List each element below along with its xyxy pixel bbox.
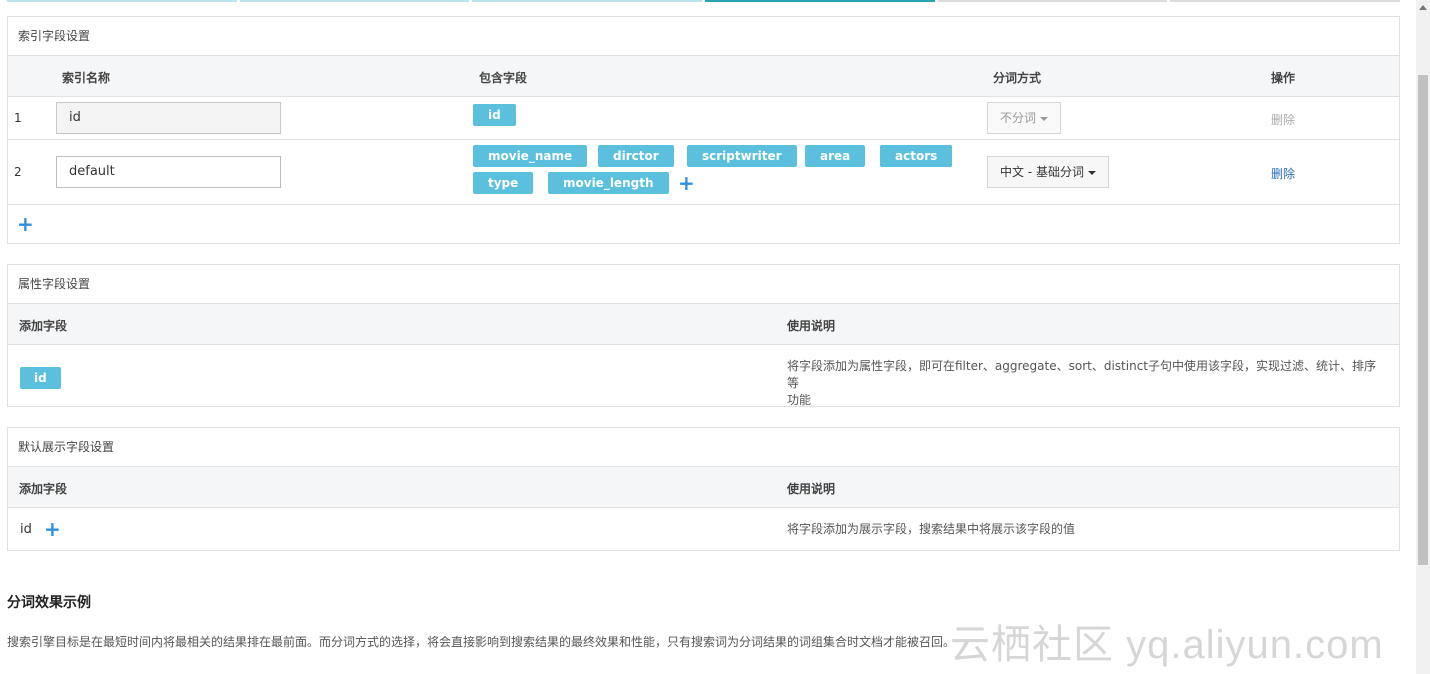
top-tab-strip bbox=[7, 0, 1401, 3]
tab-5[interactable] bbox=[937, 0, 1168, 2]
field-tag[interactable]: dirctor bbox=[598, 145, 674, 167]
field-tag[interactable]: movie_name bbox=[473, 145, 588, 167]
scroll-up-arrow-icon[interactable] bbox=[1419, 5, 1427, 10]
table-row: 1 id id 不分词 删除 bbox=[8, 97, 1399, 140]
usage-description: 将字段添加为展示字段，搜索结果中将展示该字段的值 bbox=[787, 522, 1076, 536]
caret-down-icon bbox=[1040, 116, 1049, 121]
add-index-plus-icon[interactable]: + bbox=[17, 214, 34, 234]
usage-description: 将字段添加为属性字段，即可在filter、aggregate、sort、dist… bbox=[787, 358, 1387, 409]
tab-2[interactable] bbox=[239, 0, 470, 2]
row-number: 1 bbox=[14, 111, 22, 125]
col-header-action: 操作 bbox=[1271, 71, 1296, 85]
col-header-usage: 使用说明 bbox=[787, 482, 836, 496]
table-row: 2 default movie_name dirctor scriptwrite… bbox=[8, 140, 1399, 205]
index-name-input[interactable]: default bbox=[56, 156, 281, 188]
section-body: 搜索引擎目标是在最短时间内将最相关的结果排在最前面。而分词方式的选择，将会直接影… bbox=[7, 635, 956, 649]
usage-line-2: 功能 bbox=[787, 393, 812, 407]
col-header-add-field: 添加字段 bbox=[19, 482, 68, 496]
index-name-input[interactable]: id bbox=[56, 102, 281, 134]
col-header-fields: 包含字段 bbox=[479, 71, 528, 85]
field-tag[interactable]: id bbox=[20, 367, 61, 389]
usage-line-1: 将字段添加为属性字段，即可在filter、aggregate、sort、dist… bbox=[787, 359, 1376, 390]
field-tag[interactable]: scriptwriter bbox=[687, 145, 797, 167]
caret-down-icon bbox=[1087, 170, 1096, 175]
panel-title: 索引字段设置 bbox=[8, 17, 1399, 56]
field-tag[interactable]: actors bbox=[880, 145, 953, 167]
tab-6[interactable] bbox=[1170, 0, 1401, 2]
delete-link[interactable]: 删除 bbox=[1271, 165, 1295, 182]
add-display-field-plus-icon[interactable]: + bbox=[44, 519, 61, 539]
table-row: id + 将字段添加为展示字段，搜索结果中将展示该字段的值 bbox=[8, 508, 1399, 550]
panel-title: 默认展示字段设置 bbox=[8, 428, 1399, 467]
vertical-scrollbar[interactable] bbox=[1416, 0, 1430, 674]
display-field-value: id bbox=[20, 522, 32, 537]
panel-title: 属性字段设置 bbox=[8, 265, 1399, 304]
row-number: 2 bbox=[14, 165, 22, 179]
watermark: 云栖社区 yq.aliyun.com bbox=[950, 623, 1384, 667]
scroll-thumb[interactable] bbox=[1418, 75, 1428, 565]
add-field-plus-icon[interactable]: + bbox=[678, 173, 695, 193]
section-title: 分词效果示例 bbox=[7, 595, 91, 611]
field-tag[interactable]: id bbox=[473, 104, 516, 126]
delete-link[interactable]: 删除 bbox=[1271, 111, 1295, 128]
attribute-fields-panel: 属性字段设置 添加字段 使用说明 id 将字段添加为属性字段，即可在filter… bbox=[7, 264, 1400, 407]
table-header: 添加字段 使用说明 bbox=[8, 304, 1399, 345]
tab-1[interactable] bbox=[7, 0, 237, 2]
tokenizer-value: 中文 - 基础分词 bbox=[1000, 165, 1084, 179]
table-header: 索引名称 包含字段 分词方式 操作 bbox=[8, 56, 1399, 97]
tab-4-active[interactable] bbox=[705, 0, 935, 2]
tokenizer-dropdown[interactable]: 中文 - 基础分词 bbox=[987, 156, 1109, 188]
add-row: + bbox=[8, 205, 1399, 243]
table-row: id 将字段添加为属性字段，即可在filter、aggregate、sort、d… bbox=[8, 345, 1399, 409]
index-fields-panel: 索引字段设置 索引名称 包含字段 分词方式 操作 1 id id 不分词 删除 … bbox=[7, 16, 1400, 244]
col-header-index-name: 索引名称 bbox=[62, 71, 111, 85]
field-tag[interactable]: movie_length bbox=[548, 172, 669, 194]
col-header-tokenizer: 分词方式 bbox=[993, 71, 1042, 85]
field-tag[interactable]: type bbox=[473, 172, 534, 194]
table-header: 添加字段 使用说明 bbox=[8, 467, 1399, 508]
tab-3[interactable] bbox=[472, 0, 703, 2]
display-fields-panel: 默认展示字段设置 添加字段 使用说明 id + 将字段添加为展示字段，搜索结果中… bbox=[7, 427, 1400, 551]
field-tag[interactable]: area bbox=[805, 145, 866, 167]
tokenizer-dropdown[interactable]: 不分词 bbox=[987, 102, 1062, 134]
col-header-usage: 使用说明 bbox=[787, 319, 836, 333]
col-header-add-field: 添加字段 bbox=[19, 319, 68, 333]
tokenizer-value: 不分词 bbox=[1000, 111, 1037, 125]
